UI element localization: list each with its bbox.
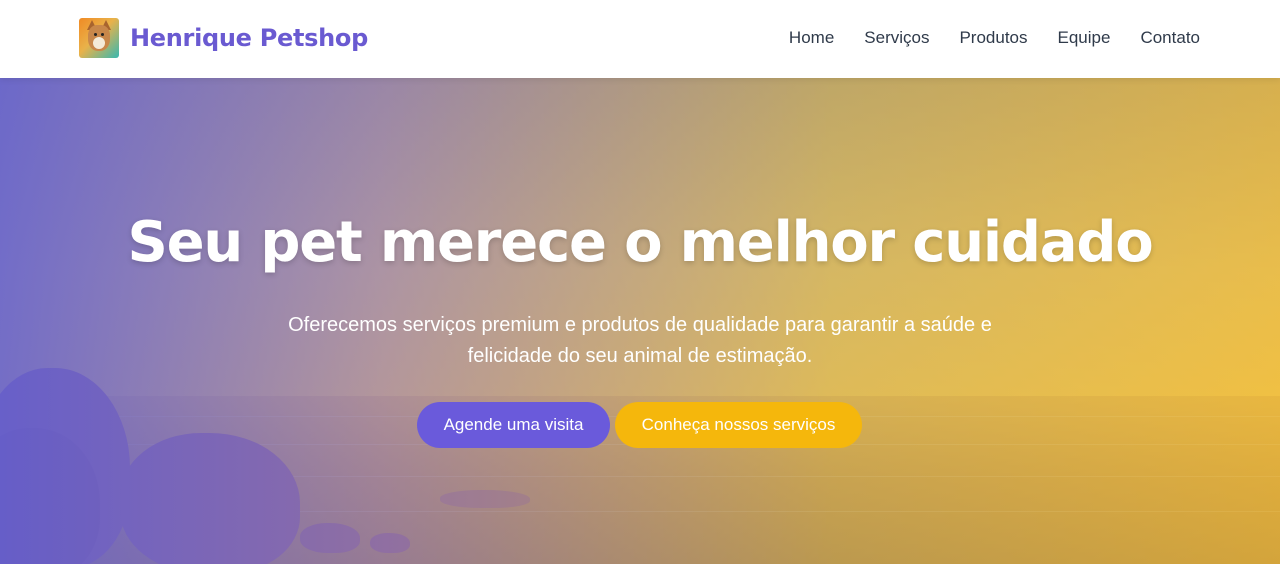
nav-contato[interactable]: Contato [1140,27,1200,49]
main-nav: Home Serviços Produtos Equipe Contato [759,27,1200,49]
nav-produtos[interactable]: Produtos [959,27,1027,49]
nav-equipe[interactable]: Equipe [1058,27,1111,49]
nav-home[interactable]: Home [789,27,834,49]
hero-subtitle: Oferecemos serviços premium e produtos d… [288,314,992,367]
view-services-button[interactable]: Conheça nossos serviços [615,402,862,448]
hero-title: Seu pet merece o melhor cuidado [127,210,1153,275]
site-header: Henrique Petshop Home Serviços Produtos … [0,0,1280,78]
brand-name: Henrique Petshop [130,24,368,52]
dog-logo-icon [79,18,119,58]
hero-section: Seu pet merece o melhor cuidado Oferecem… [0,78,1280,564]
nav-servicos[interactable]: Serviços [864,27,929,49]
brand[interactable]: Henrique Petshop [79,18,368,58]
schedule-visit-button[interactable]: Agende uma visita [417,402,610,448]
hero-buttons: Agende uma visita Conheça nossos serviço… [417,402,862,448]
